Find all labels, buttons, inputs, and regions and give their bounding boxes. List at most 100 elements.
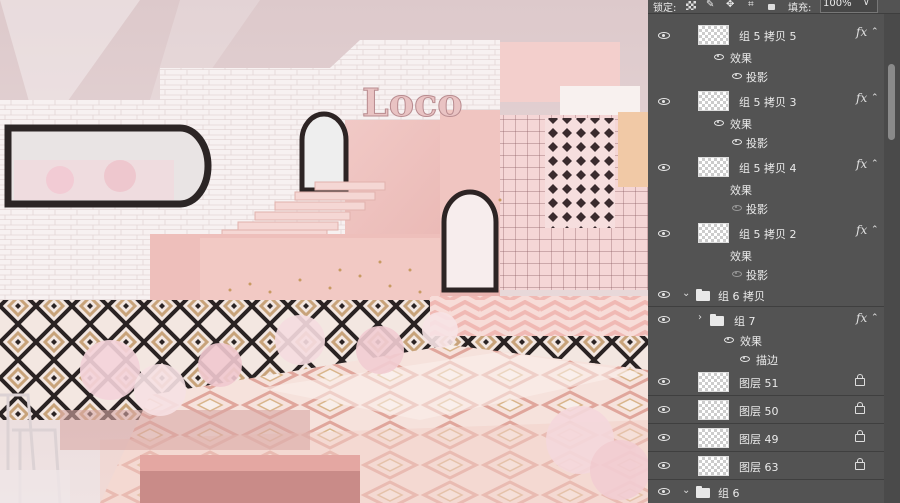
effects-visibility-eye-icon[interactable] [714, 53, 724, 60]
effect-name: 投影 [746, 71, 768, 84]
effects-row: 效果 [648, 179, 884, 198]
effects-row: 效果 [648, 47, 884, 66]
fx-icon[interactable]: fx [856, 223, 867, 237]
layer-name: 图层 63 [739, 461, 779, 474]
layer-name: 组 5 拷贝 2 [739, 228, 797, 241]
fx-icon[interactable]: fx [856, 157, 867, 171]
effects-visibility-eye-icon[interactable] [714, 119, 724, 126]
layer-name: 图层 50 [739, 405, 779, 418]
effects-label: 效果 [740, 335, 762, 348]
effects-label: 效果 [730, 118, 752, 131]
lock-label: 锁定: [653, 3, 677, 14]
visibility-eye-icon[interactable] [658, 97, 670, 105]
layer-row-layer50[interactable]: 图层 50 [648, 397, 884, 424]
effect-name: 描边 [756, 354, 778, 367]
effect-visibility-eye-icon[interactable] [732, 204, 742, 211]
layer-thumbnail [698, 372, 729, 392]
collapse-effects-icon[interactable]: ⌃ [871, 313, 879, 323]
effect-row-drop-shadow: 投影 [648, 132, 884, 151]
expand-arrow-icon[interactable]: ⌄ [682, 288, 690, 299]
expand-arrow-icon[interactable]: ⌄ [682, 485, 690, 496]
layers-toolbar: 锁定: ✎ ✥ ⌗ 填充: 100% ∨ [648, 0, 900, 14]
collapse-effects-icon[interactable]: ⌃ [871, 225, 879, 235]
visibility-eye-icon[interactable] [658, 378, 670, 385]
lock-icon [855, 402, 865, 414]
wedding-stage-artwork: Loco [0, 0, 648, 503]
layers-scrollbar-thumb[interactable] [888, 64, 895, 140]
fx-icon[interactable]: fx [856, 311, 867, 325]
effect-row-drop-shadow: 投影 [648, 66, 884, 85]
effects-row: 效果 [648, 113, 884, 132]
lock-icon [855, 458, 865, 470]
fill-dropdown-arrow[interactable]: ∨ [863, 0, 870, 8]
fill-input[interactable]: 100% ∨ [820, 0, 878, 13]
visibility-eye-icon[interactable] [658, 229, 670, 237]
effects-label: 效果 [730, 250, 752, 263]
lock-artboard-icon[interactable]: ⌗ [748, 0, 754, 10]
effects-row: 效果 [648, 245, 884, 264]
visibility-eye-icon[interactable] [658, 31, 670, 39]
layer-thumbnail [698, 25, 729, 45]
collapse-effects-icon[interactable]: ⌃ [871, 27, 879, 37]
layer-thumbnail [698, 456, 729, 476]
fx-icon[interactable]: fx [856, 91, 867, 105]
effect-name: 投影 [746, 137, 768, 150]
folder-icon [710, 314, 724, 326]
effect-name: 投影 [746, 269, 768, 282]
layer-name: 组 5 拷贝 5 [739, 30, 797, 43]
layer-row-group6-copy[interactable]: ⌄ 组 6 拷贝 [648, 283, 884, 307]
layer-row-layer51[interactable]: 图层 51 [648, 369, 884, 396]
fx-icon[interactable]: fx [856, 25, 867, 39]
layer-row-group6[interactable]: ⌄ 组 6 [648, 481, 884, 503]
layer-name: 组 5 拷贝 4 [739, 162, 797, 175]
lock-all-icon[interactable] [768, 4, 775, 10]
layer-thumbnail [698, 91, 729, 111]
layer-name: 图层 51 [739, 377, 779, 390]
layer-thumbnail [698, 157, 729, 177]
layer-name: 组 6 [718, 487, 740, 500]
folder-icon [696, 289, 710, 301]
effect-visibility-eye-icon[interactable] [732, 138, 742, 145]
layer-row-layer63[interactable]: 图层 63 [648, 453, 884, 480]
effects-label: 效果 [730, 52, 752, 65]
effect-row-stroke: 描边 [648, 349, 884, 368]
effects-visibility-eye-icon[interactable] [724, 336, 734, 343]
visibility-eye-icon[interactable] [658, 290, 670, 298]
lock-move-icon[interactable]: ✥ [726, 0, 734, 10]
fill-label: 填充: [788, 3, 812, 14]
layer-name: 图层 49 [739, 433, 779, 446]
effects-label: 效果 [730, 184, 752, 197]
effect-visibility-eye-icon[interactable] [740, 355, 750, 362]
effect-name: 投影 [746, 203, 768, 216]
layer-name: 组 5 拷贝 3 [739, 96, 797, 109]
effect-visibility-eye-icon[interactable] [732, 72, 742, 79]
effect-row-drop-shadow: 投影 [648, 198, 884, 217]
lock-brush-icon[interactable]: ✎ [706, 0, 714, 10]
effects-row: 效果 [648, 330, 884, 349]
layer-row-layer49[interactable]: 图层 49 [648, 425, 884, 452]
visibility-eye-icon[interactable] [658, 163, 670, 171]
collapse-effects-icon[interactable]: ⌃ [871, 159, 879, 169]
layers-panel: 锁定: ✎ ✥ ⌗ 填充: 100% ∨ 组 5 拷贝 5 fx ⌃ 效果 投影… [648, 0, 900, 503]
logo-text: Loco [362, 80, 463, 125]
layer-thumbnail [698, 400, 729, 420]
layer-name: 组 7 [734, 315, 756, 328]
layer-thumbnail [698, 428, 729, 448]
folder-icon [696, 486, 710, 498]
visibility-eye-icon[interactable] [658, 488, 670, 495]
effect-visibility-eye-icon[interactable] [732, 270, 742, 277]
layer-thumbnail [698, 223, 729, 243]
effect-row-drop-shadow: 投影 [648, 264, 884, 283]
lock-transparent-icon[interactable] [686, 1, 696, 10]
lock-icon [855, 374, 865, 386]
fill-value: 100% [823, 0, 852, 9]
visibility-eye-icon[interactable] [658, 462, 670, 469]
layer-name: 组 6 拷贝 [718, 290, 765, 303]
visibility-eye-icon[interactable] [658, 315, 670, 323]
visibility-eye-icon[interactable] [658, 434, 670, 441]
lock-icon [855, 430, 865, 442]
visibility-eye-icon[interactable] [658, 406, 670, 413]
collapse-arrow-icon[interactable]: › [698, 312, 702, 323]
collapse-effects-icon[interactable]: ⌃ [871, 93, 879, 103]
document-canvas[interactable]: Loco [0, 0, 648, 503]
